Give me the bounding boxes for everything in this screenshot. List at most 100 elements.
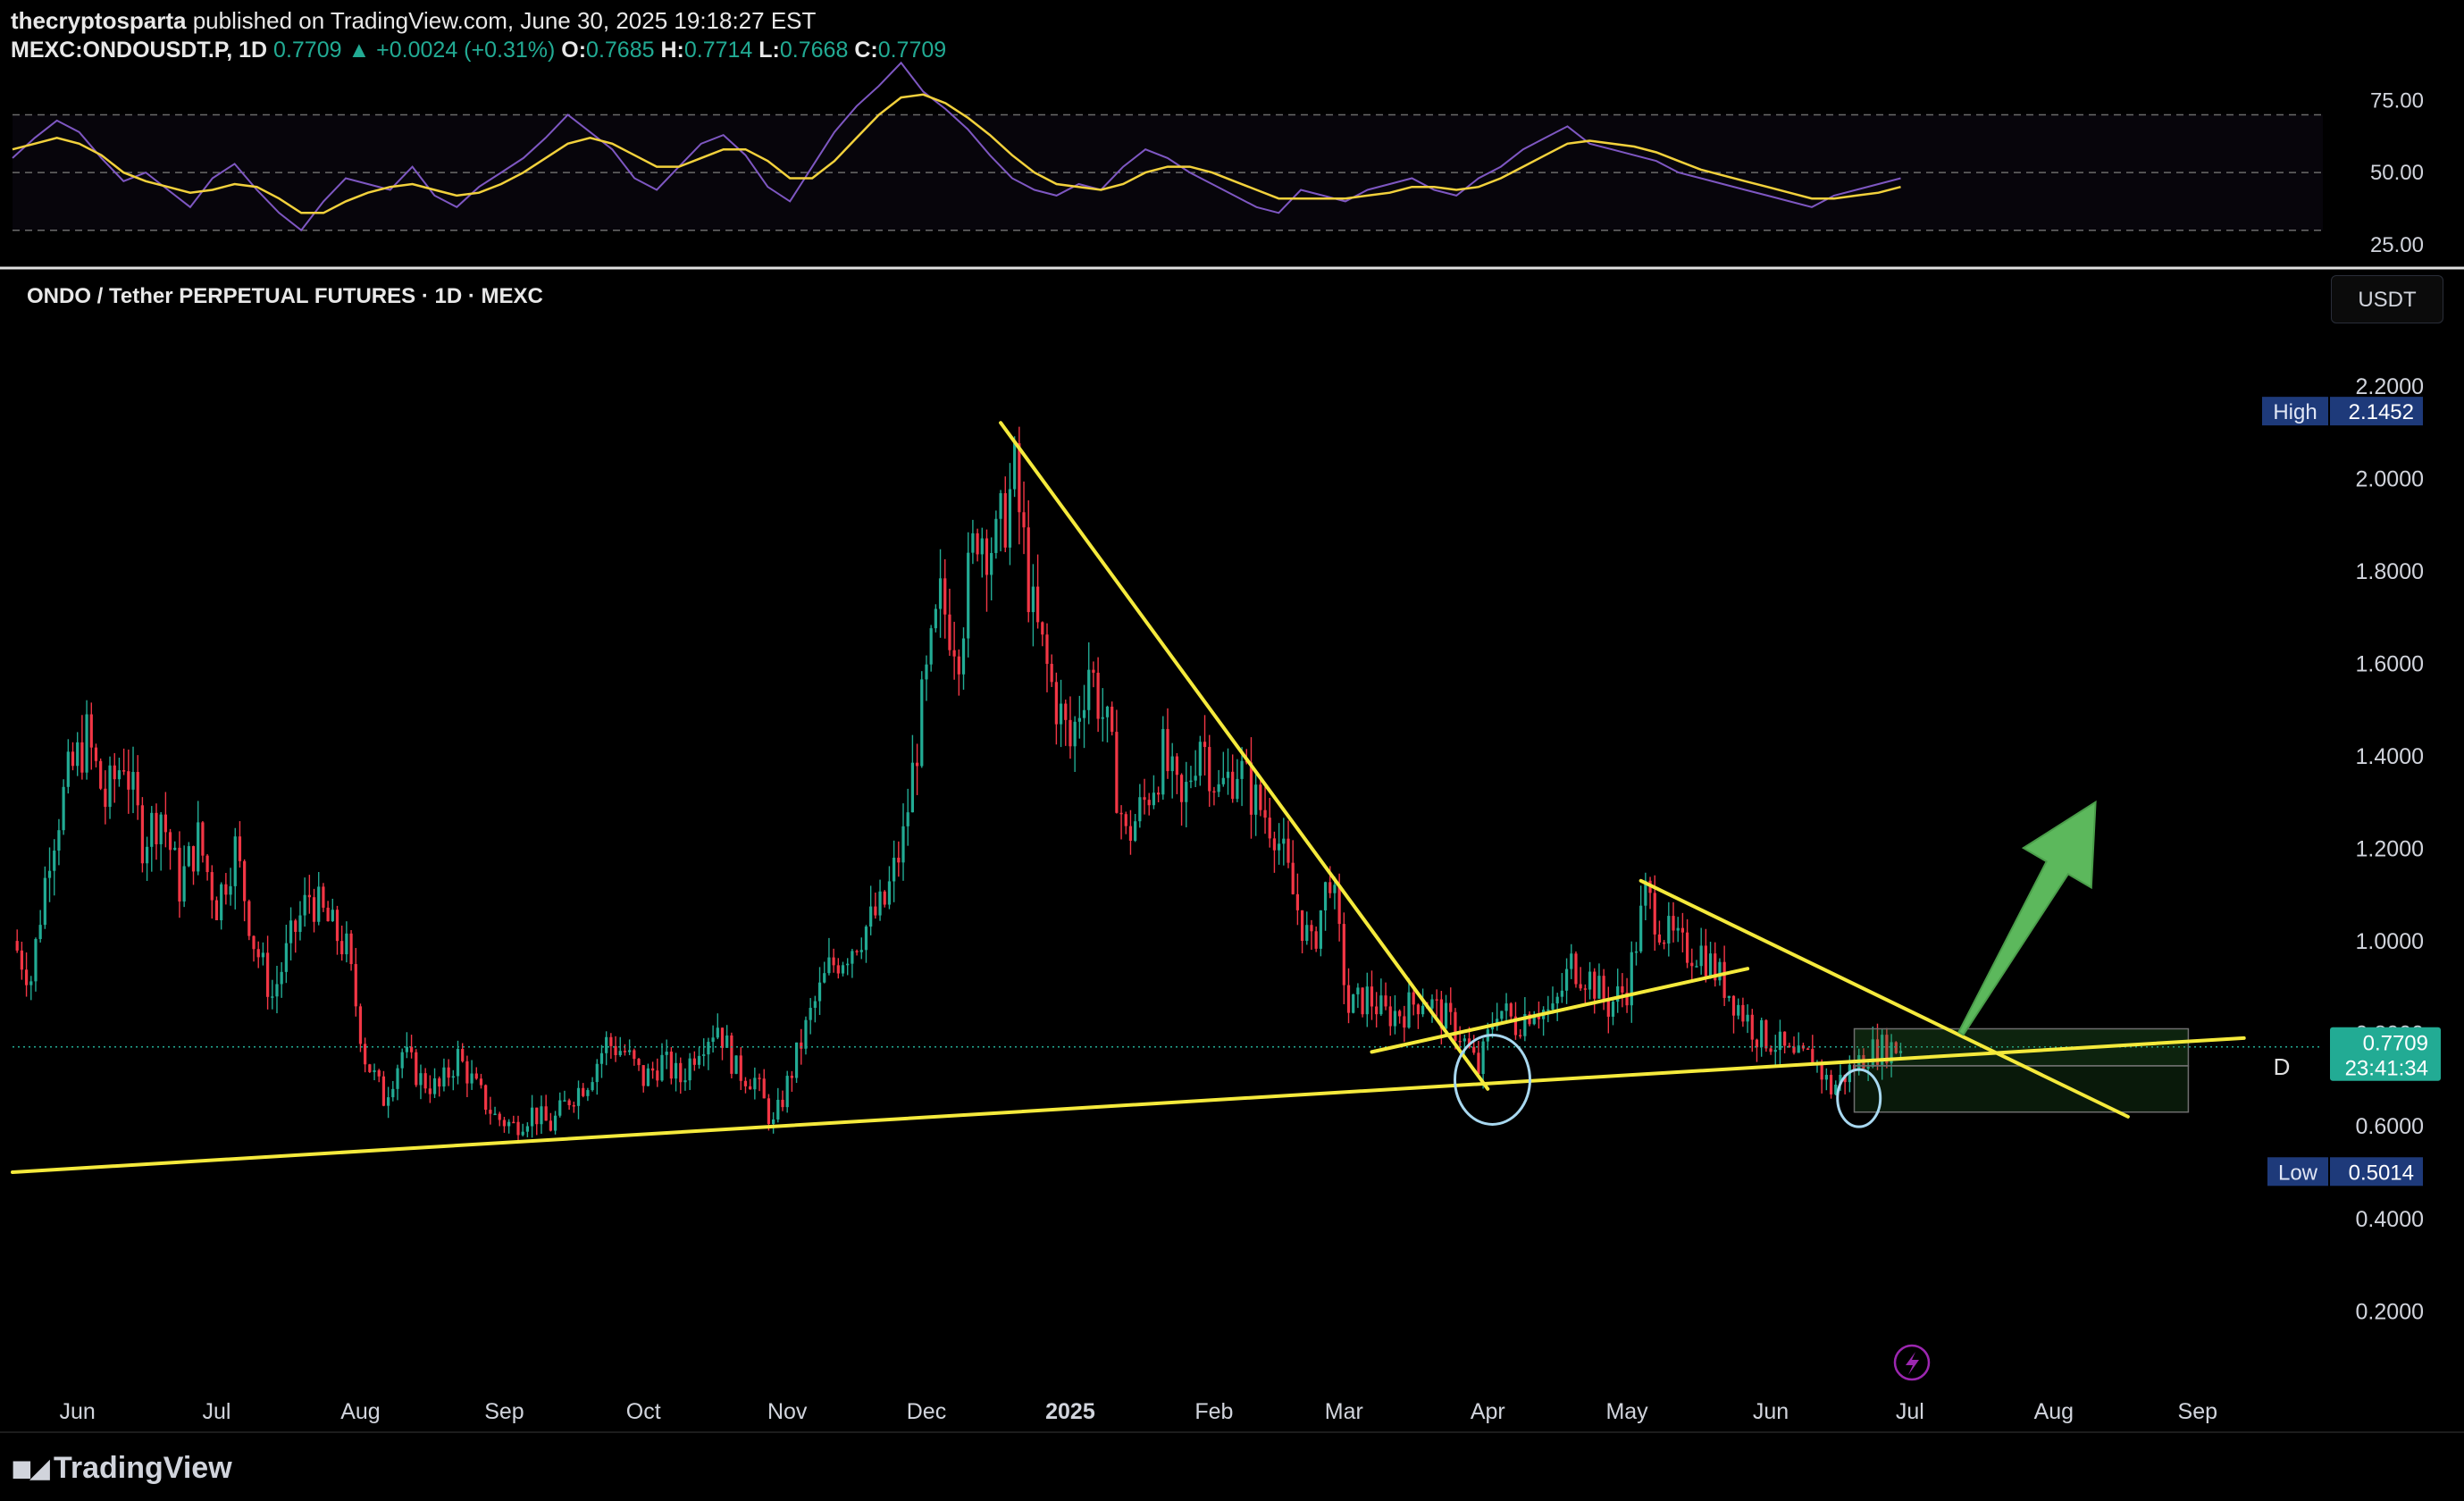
candle-body bbox=[846, 963, 850, 966]
candle bbox=[1504, 993, 1508, 1024]
candle-body bbox=[1361, 987, 1364, 1015]
candle-body bbox=[609, 1036, 613, 1046]
candle-body bbox=[544, 1106, 548, 1121]
candle bbox=[980, 527, 984, 578]
candle bbox=[136, 755, 139, 820]
candle-body bbox=[785, 1076, 789, 1108]
candle-body bbox=[985, 538, 989, 575]
candle-body bbox=[99, 760, 103, 789]
candle-body bbox=[210, 872, 214, 901]
candle-body bbox=[739, 1055, 742, 1081]
candle bbox=[772, 1111, 775, 1134]
candle bbox=[512, 1115, 515, 1124]
candle-body bbox=[809, 1007, 812, 1020]
price-pane: 2.2000 2.0000 1.8000 1.6000 1.4000 1.2000 1.00… bbox=[11, 374, 2441, 1424]
candle-body bbox=[1407, 992, 1411, 1028]
candle bbox=[1597, 963, 1601, 999]
candle bbox=[1606, 986, 1610, 1034]
candle bbox=[94, 743, 98, 767]
price-tick-label: 2.2000 bbox=[2356, 374, 2424, 399]
candle bbox=[1087, 641, 1091, 725]
candle bbox=[1746, 1004, 1749, 1034]
candle bbox=[53, 839, 56, 896]
candle-body bbox=[1676, 927, 1680, 931]
candle bbox=[1509, 1002, 1513, 1021]
candle bbox=[758, 1073, 761, 1092]
candle-body bbox=[586, 1090, 590, 1096]
candle bbox=[377, 1069, 381, 1083]
candle-body bbox=[679, 1062, 683, 1083]
candle bbox=[368, 1063, 372, 1073]
candle-body bbox=[1504, 1003, 1508, 1011]
candle bbox=[224, 873, 228, 905]
candle bbox=[734, 1055, 738, 1075]
candle bbox=[1278, 823, 1281, 865]
candle bbox=[1300, 910, 1304, 954]
candle-body bbox=[1337, 885, 1341, 925]
candle bbox=[335, 905, 339, 955]
candle-body bbox=[331, 910, 334, 922]
candle-body bbox=[999, 493, 1002, 519]
lightning-icon[interactable] bbox=[1893, 1344, 1931, 1381]
candle bbox=[354, 948, 357, 1017]
candle-body bbox=[43, 877, 46, 926]
candle bbox=[521, 1123, 524, 1136]
candle bbox=[887, 866, 892, 910]
candle-body bbox=[409, 1046, 414, 1052]
candle bbox=[1179, 773, 1184, 826]
chart-canvas[interactable]: 75.00 50.00 25.00 2.2000 2.0000 1.8000 1.6000… bbox=[0, 0, 2464, 1501]
candle-body bbox=[1185, 782, 1188, 802]
low-label: Low 0.5014 bbox=[2267, 1157, 2423, 1187]
candle bbox=[785, 1070, 789, 1113]
candle bbox=[317, 871, 321, 926]
candle bbox=[387, 1086, 390, 1119]
price-tick-label: 1.0000 bbox=[2356, 929, 2424, 954]
candle bbox=[1672, 901, 1675, 943]
candle bbox=[823, 961, 826, 984]
candle-body bbox=[1333, 885, 1337, 893]
candle bbox=[540, 1095, 543, 1134]
candle bbox=[191, 845, 196, 885]
candle bbox=[804, 1016, 808, 1055]
candle-body bbox=[498, 1113, 501, 1120]
candle-body bbox=[1764, 1019, 1768, 1049]
candle bbox=[957, 649, 960, 696]
candle bbox=[999, 490, 1002, 552]
candle-body bbox=[1161, 728, 1165, 795]
candle bbox=[1147, 792, 1151, 816]
trendline bbox=[999, 421, 1490, 1091]
candle-body bbox=[980, 538, 984, 555]
candle bbox=[650, 1061, 655, 1079]
candle bbox=[438, 1076, 441, 1097]
candle-body bbox=[159, 814, 163, 844]
candle bbox=[720, 1027, 725, 1061]
candle bbox=[753, 1067, 757, 1100]
candle bbox=[952, 621, 956, 680]
candle bbox=[1259, 778, 1262, 817]
candle bbox=[89, 702, 93, 770]
candle-body bbox=[572, 1104, 575, 1107]
candle-body bbox=[697, 1055, 701, 1065]
candle-body bbox=[1263, 809, 1267, 818]
candle bbox=[1731, 994, 1736, 1034]
currency-button[interactable]: USDT bbox=[2331, 275, 2443, 323]
candle-body bbox=[1579, 984, 1582, 989]
candle bbox=[702, 1038, 706, 1067]
countdown-text: 23:41:34 bbox=[2345, 1057, 2428, 1081]
candle bbox=[553, 1111, 557, 1135]
candle bbox=[985, 529, 989, 612]
candle-body bbox=[776, 1099, 780, 1119]
candle-body bbox=[1138, 797, 1142, 822]
lightning-icon-bolt[interactable] bbox=[1906, 1352, 1919, 1375]
candle-body bbox=[883, 891, 886, 905]
candle bbox=[1208, 734, 1211, 808]
candle bbox=[1254, 774, 1258, 836]
candle bbox=[1236, 759, 1239, 802]
candle-body bbox=[1783, 1031, 1787, 1046]
candle bbox=[1375, 992, 1379, 1027]
candle-body bbox=[1175, 756, 1178, 776]
candle bbox=[660, 1043, 664, 1082]
candle-body bbox=[1166, 728, 1169, 772]
candle-body bbox=[205, 855, 209, 873]
candle-body bbox=[702, 1054, 706, 1056]
